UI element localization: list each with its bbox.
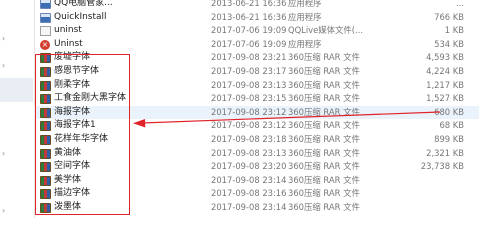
file-type: 360压缩 RAR 文件 — [288, 52, 360, 63]
file-name: 海报字体 — [54, 106, 91, 117]
expand-arrow-icon[interactable]: › — [2, 205, 12, 217]
file-name: 描边字体 — [54, 188, 91, 199]
uninstall-icon: × — [40, 39, 50, 50]
file-name: 空间字体 — [54, 161, 91, 172]
file-size: 4,224 KB — [426, 65, 464, 76]
rar-icon — [40, 53, 51, 64]
file-list: QQ电脑管家... 2013-06-21 16:36 应用程序 ... Quic… — [34, 0, 479, 215]
file-name: 美学体 — [54, 174, 82, 185]
file-type: 360压缩 RAR 文件 — [288, 188, 360, 199]
file-row[interactable]: × Uninst 2017-07-06 19:09 应用程序 534 KB — [34, 38, 479, 52]
file-row[interactable]: uninst 2017-07-06 19:09 QQLive媒体文件(... 1… — [34, 24, 479, 38]
file-name: Uninst — [54, 38, 83, 49]
file-size: ... — [456, 0, 464, 8]
file-row[interactable]: 美学体 2017-09-08 23:14 360压缩 RAR 文件 — [34, 174, 479, 188]
file-type: 360压缩 RAR 文件 — [288, 147, 360, 158]
file-name: uninst — [54, 25, 82, 36]
file-row[interactable]: QuickInstall 2013-06-21 16:36 应用程序 766 K… — [34, 11, 479, 25]
file-row[interactable]: 废墟字体 2017-09-08 23:21 360压缩 RAR 文件 4,593… — [34, 51, 479, 65]
file-size: 68 KB — [439, 120, 464, 131]
nav-selected-item[interactable] — [0, 78, 33, 102]
rar-icon — [40, 121, 51, 132]
file-size: 899 KB — [434, 133, 464, 144]
file-type: 360压缩 RAR 文件 — [288, 93, 360, 104]
file-row[interactable]: 工食金刚大黑字体 2017-09-08 23:15 360压缩 RAR 文件 1… — [34, 92, 479, 106]
file-type: 应用程序 — [288, 38, 322, 49]
rar-icon — [40, 80, 51, 91]
file-type: 360压缩 RAR 文件 — [288, 120, 360, 131]
file-row[interactable]: 海报字体1 2017-09-08 23:12 360压缩 RAR 文件 68 K… — [34, 119, 479, 133]
expand-arrow-icon[interactable]: › — [2, 148, 12, 160]
file-type: 应用程序 — [288, 0, 322, 8]
rar-icon — [40, 175, 51, 186]
file-row[interactable]: 空间字体 2017-09-08 23:20 360压缩 RAR 文件 23,73… — [34, 160, 479, 174]
file-row[interactable]: 描边字体 2017-09-08 23:16 360压缩 RAR 文件 — [34, 187, 479, 201]
rar-icon — [40, 94, 51, 105]
file-size: 4,593 KB — [426, 52, 464, 63]
rar-icon — [40, 162, 51, 173]
file-row[interactable]: 黄油体 2017-09-08 23:13 360压缩 RAR 文件 2,321 … — [34, 147, 479, 161]
expand-arrow-icon[interactable]: › — [2, 33, 12, 45]
file-name: 工食金刚大黑字体 — [54, 93, 127, 104]
rar-icon — [40, 202, 51, 213]
file-size: 1 KB — [444, 25, 464, 36]
file-type: 360压缩 RAR 文件 — [288, 174, 360, 185]
file-name: 泼墨体 — [54, 201, 82, 212]
file-type: 360压缩 RAR 文件 — [288, 201, 360, 212]
file-name: 花样年华字体 — [54, 133, 109, 144]
file-row[interactable]: 花样年华字体 2017-09-08 23:18 360压缩 RAR 文件 899… — [34, 133, 479, 147]
file-row-selected[interactable]: 海报字体 2017-09-08 23:12 360压缩 RAR 文件 680 K… — [34, 105, 479, 120]
file-type: 360压缩 RAR 文件 — [288, 65, 360, 76]
file-row[interactable]: 刚柔字体 2017-09-08 23:13 360压缩 RAR 文件 1,217… — [34, 79, 479, 93]
file-type: 360压缩 RAR 文件 — [288, 133, 360, 144]
file-row[interactable]: QQ电脑管家... 2013-06-21 16:36 应用程序 ... — [34, 0, 479, 11]
file-type: 360压缩 RAR 文件 — [288, 79, 360, 90]
rar-icon — [40, 134, 51, 145]
file-type: QQLive媒体文件(... — [288, 25, 364, 36]
app-icon — [40, 0, 51, 9]
rar-icon — [40, 66, 51, 77]
file-size: 1,527 KB — [426, 93, 464, 104]
file-row[interactable]: 感恩节字体 2017-09-08 23:17 360压缩 RAR 文件 4,22… — [34, 65, 479, 79]
file-type: 360压缩 RAR 文件 — [288, 161, 360, 172]
file-name: 海报字体1 — [54, 120, 96, 131]
file-row[interactable]: 泼墨体 2017-09-08 23:14 360压缩 RAR 文件 — [34, 201, 479, 215]
file-size: 680 KB — [434, 106, 464, 117]
file-name: 废墟字体 — [54, 52, 91, 63]
file-size: 2,321 KB — [426, 147, 464, 158]
rar-icon — [40, 189, 51, 200]
file-name: QuickInstall — [54, 11, 107, 22]
file-type: 360压缩 RAR 文件 — [288, 106, 360, 117]
file-name: 刚柔字体 — [54, 79, 91, 90]
app-icon — [40, 12, 51, 23]
file-icon — [40, 26, 51, 37]
file-name: 黄油体 — [54, 147, 82, 158]
rar-icon — [40, 148, 51, 159]
file-size: 23,738 KB — [420, 161, 464, 172]
file-size: 1,217 KB — [426, 79, 464, 90]
file-size: 766 KB — [434, 11, 464, 22]
file-type: 应用程序 — [288, 11, 322, 22]
rar-icon — [40, 107, 51, 118]
file-name: QQ电脑管家... — [54, 0, 113, 8]
navigation-pane[interactable]: › › › › — [0, 0, 35, 218]
file-size: 534 KB — [434, 38, 464, 49]
expand-arrow-icon[interactable]: › — [2, 60, 12, 72]
file-name: 感恩节字体 — [54, 65, 100, 76]
